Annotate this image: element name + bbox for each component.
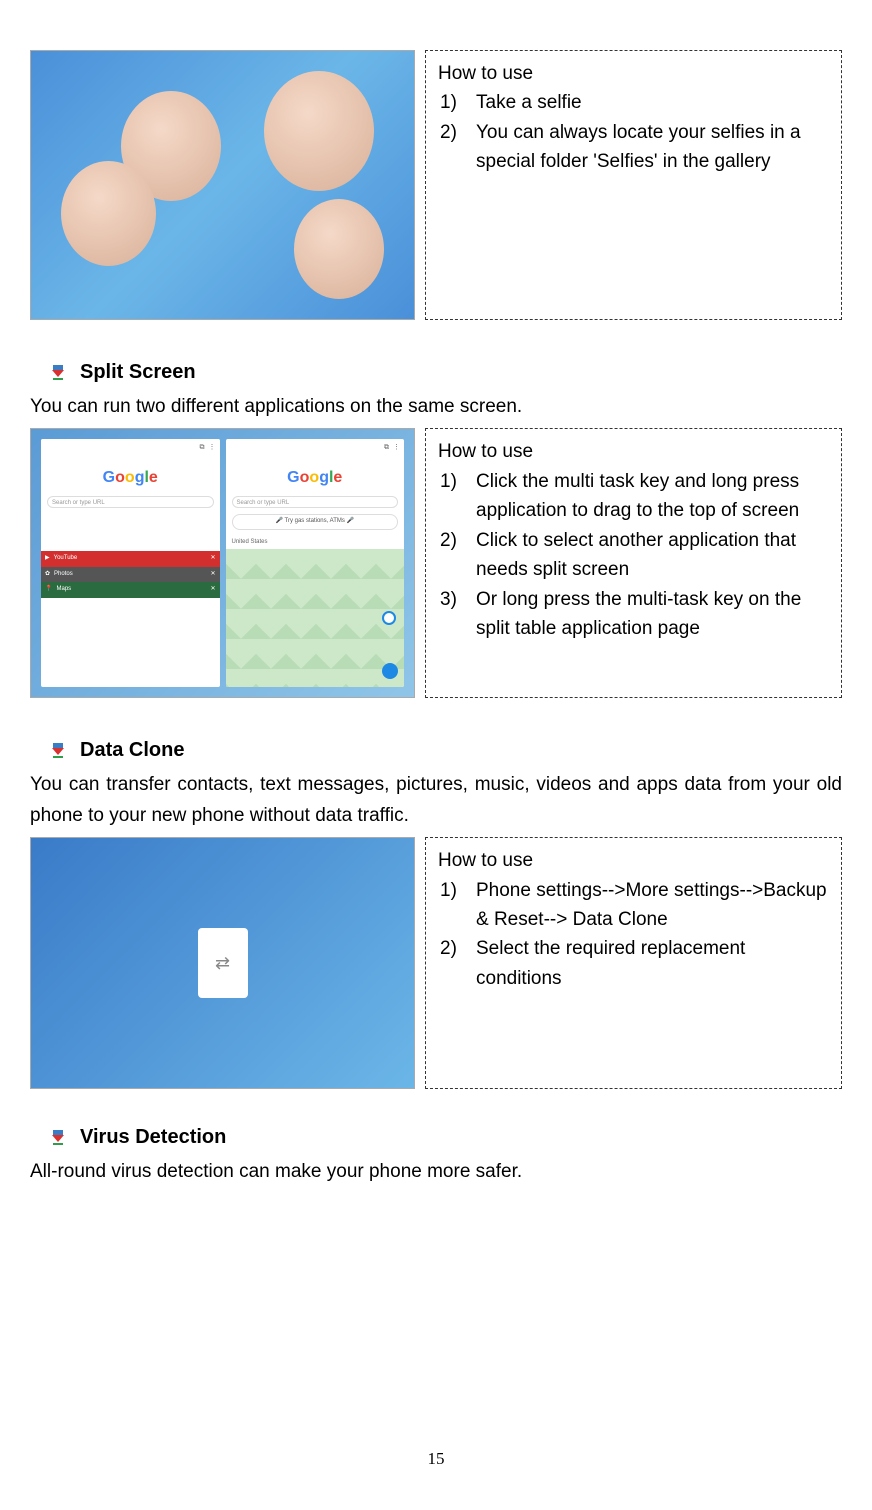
download-bullet-icon — [50, 742, 66, 758]
search-bar: Search or type URL — [232, 496, 399, 508]
section-title: Data Clone — [80, 734, 184, 766]
split-screen-section: ⧉ ⋮ Google Search or type URL ▶YouTube✕ ✿… — [30, 428, 842, 698]
split-screen-screenshot: ⧉ ⋮ Google Search or type URL ▶YouTube✕ ✿… — [30, 428, 415, 698]
recent-app-maps: 📍Maps✕ — [41, 582, 220, 598]
map-pin-icon — [382, 611, 396, 625]
list-item: 2) Click to select another application t… — [438, 526, 829, 585]
data-clone-section: ⇄ How to use 1) Phone settings-->More se… — [30, 837, 842, 1089]
list-item: 3) Or long press the multi-task key on t… — [438, 585, 829, 644]
list-item: 1) Click the multi task key and long pre… — [438, 467, 829, 526]
download-bullet-icon — [50, 364, 66, 380]
howto-title: How to use — [438, 59, 829, 88]
data-clone-screenshot: ⇄ — [30, 837, 415, 1089]
howto-list: 1) Click the multi task key and long pre… — [438, 467, 829, 644]
section-title: Split Screen — [80, 356, 196, 388]
list-item: 2) Select the required replacement condi… — [438, 934, 829, 993]
howto-title: How to use — [438, 846, 829, 875]
selfie-screenshot — [30, 50, 415, 320]
page-number: 15 — [0, 1445, 872, 1472]
selfie-section: How to use 1) Take a selfie 2) You can a… — [30, 50, 842, 320]
mic-icon: 🎤 — [347, 518, 354, 524]
selfie-howto-box: How to use 1) Take a selfie 2) You can a… — [425, 50, 842, 320]
map-fab-icon — [382, 663, 398, 679]
clone-howto-box: How to use 1) Phone settings-->More sett… — [425, 837, 842, 1089]
list-item: 1) Take a selfie — [438, 88, 829, 117]
map-pane — [226, 549, 405, 687]
close-icon: ✕ — [210, 570, 215, 580]
tab-count-icon: ⧉ — [200, 442, 205, 453]
swap-card: ⇄ — [198, 928, 248, 998]
howto-list: 1) Take a selfie 2) You can always locat… — [438, 88, 829, 176]
close-icon: ✕ — [210, 554, 215, 564]
google-logo: Google — [226, 457, 405, 497]
section-description: You can transfer contacts, text messages… — [30, 770, 842, 831]
recent-app-youtube: ▶YouTube✕ — [41, 551, 220, 567]
search-bar: Search or type URL — [47, 496, 214, 508]
try-pill: 🎤 Try gas stations, ATMs 🎤 — [232, 514, 399, 530]
section-description: All-round virus detection can make your … — [30, 1157, 842, 1187]
map-place-label: United States — [226, 536, 405, 550]
download-bullet-icon — [50, 1129, 66, 1145]
split-howto-box: How to use 1) Click the multi task key a… — [425, 428, 842, 698]
tab-count-icon: ⧉ — [384, 442, 389, 453]
section-description: You can run two different applications o… — [30, 392, 842, 422]
howto-title: How to use — [438, 437, 829, 466]
menu-dots-icon: ⋮ — [393, 442, 400, 453]
swap-arrows-icon: ⇄ — [215, 949, 230, 978]
phone-right: ⧉ ⋮ Google Search or type URL 🎤 Try gas s… — [226, 439, 405, 687]
phone-left: ⧉ ⋮ Google Search or type URL ▶YouTube✕ ✿… — [41, 439, 220, 687]
virus-detection-heading: Virus Detection — [30, 1121, 842, 1153]
split-screen-heading: Split Screen — [30, 356, 842, 388]
list-item: 2) You can always locate your selfies in… — [438, 118, 829, 177]
section-title: Virus Detection — [80, 1121, 226, 1153]
data-clone-heading: Data Clone — [30, 734, 842, 766]
menu-dots-icon: ⋮ — [209, 442, 216, 453]
howto-list: 1) Phone settings-->More settings-->Back… — [438, 876, 829, 994]
list-item: 1) Phone settings-->More settings-->Back… — [438, 876, 829, 935]
close-icon: ✕ — [210, 585, 215, 595]
recent-app-photos: ✿Photos✕ — [41, 567, 220, 583]
google-logo: Google — [41, 457, 220, 497]
mic-icon: 🎤 — [275, 518, 282, 524]
